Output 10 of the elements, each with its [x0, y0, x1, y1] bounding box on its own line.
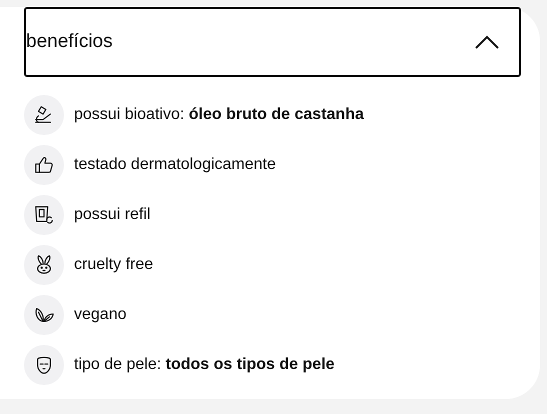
benefit-text: possui bioativo: óleo bruto de castanha	[74, 106, 364, 124]
benefit-text: tipo de pele: todos os tipos de pele	[74, 356, 335, 374]
refill-icon	[33, 204, 55, 226]
accordion-header[interactable]: benefícios	[24, 7, 521, 77]
benefit-text: possui refil	[74, 206, 150, 224]
benefit-text: vegano	[74, 306, 126, 324]
benefit-text: cruelty free	[74, 256, 154, 274]
chevron-icon	[475, 35, 499, 49]
benefit-text: testado dermatologicamente	[74, 156, 276, 174]
thumbs-up-icon	[33, 154, 55, 176]
